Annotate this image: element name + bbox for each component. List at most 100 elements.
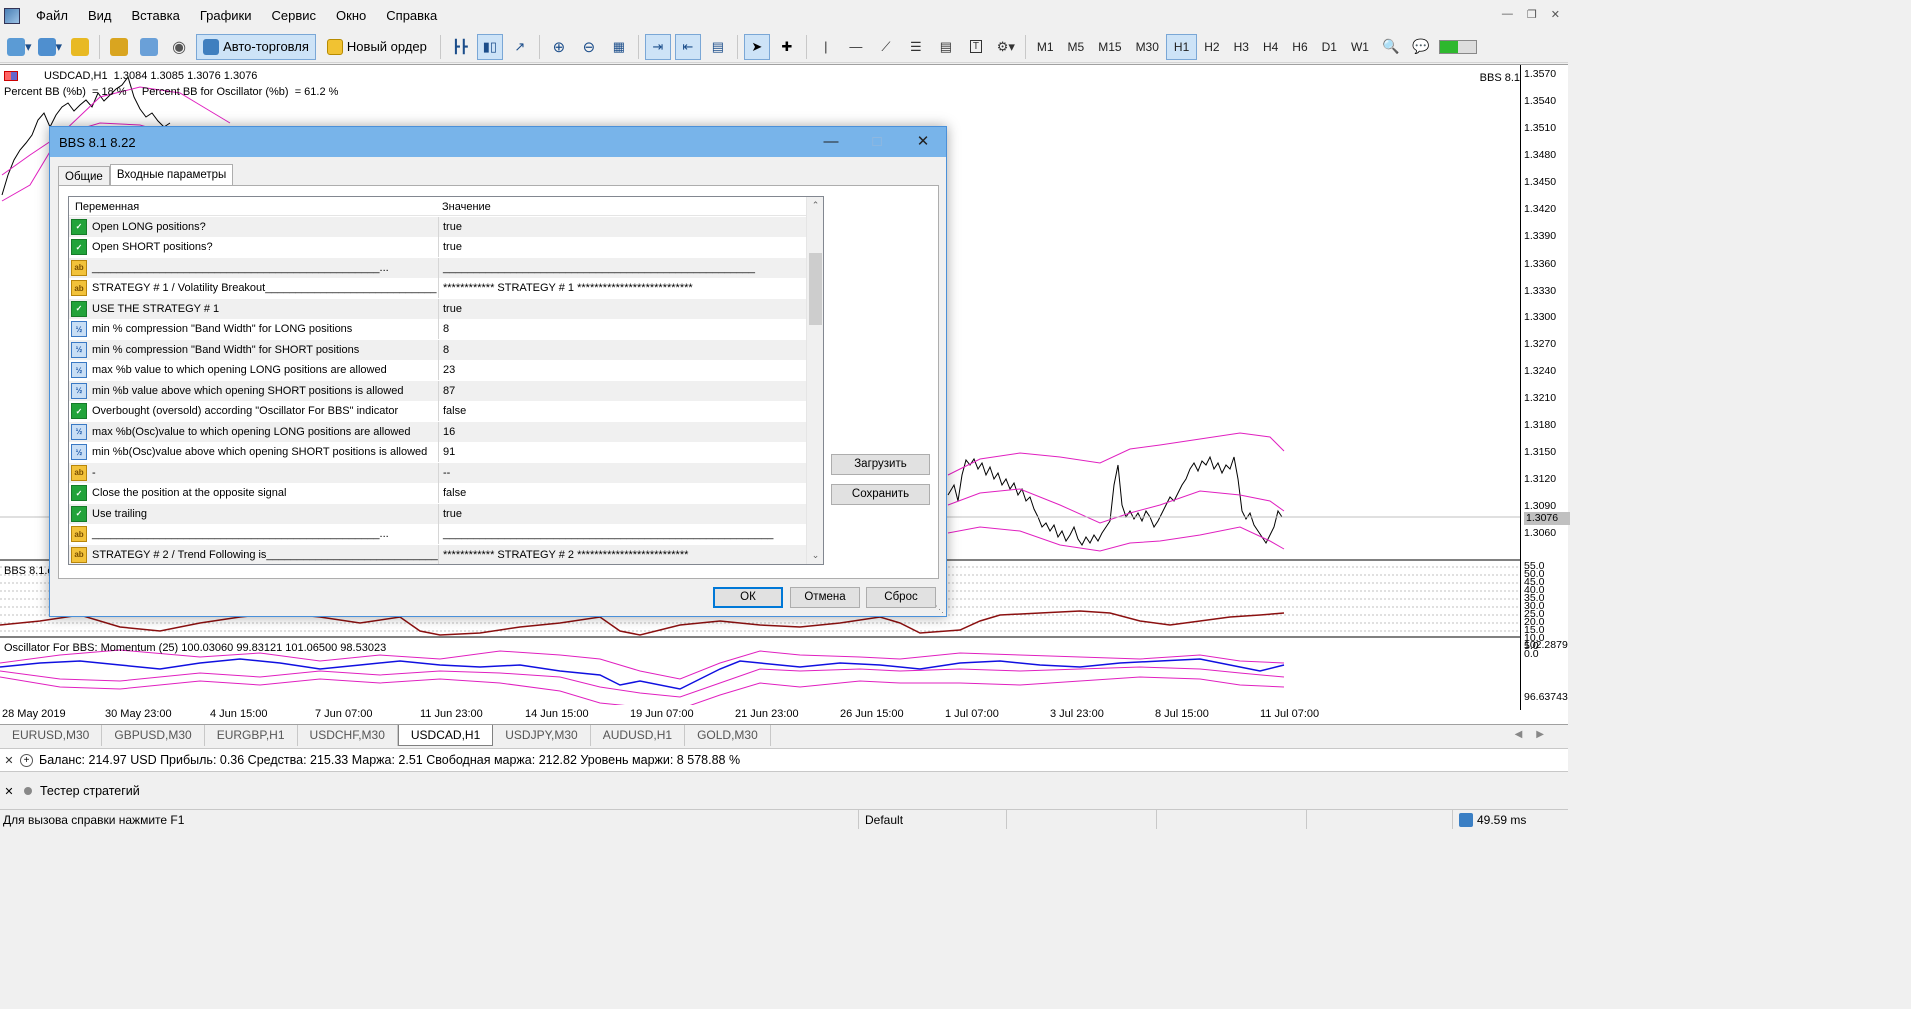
table-row[interactable]: ab STRATEGY # 1 / Volatility Breakout____…: [69, 278, 807, 299]
timeframe-m1[interactable]: M1: [1030, 34, 1061, 60]
fibonacci-button[interactable]: ▤: [933, 34, 959, 60]
price-scale[interactable]: 1.3570 1.3540 1.3510 1.3480 1.3450 1.342…: [1520, 65, 1570, 710]
chart-tab-eurusd-m30[interactable]: EURUSD,M30: [0, 725, 103, 746]
search-button[interactable]: 🔍: [1378, 34, 1404, 60]
timeframe-m15[interactable]: M15: [1091, 34, 1128, 60]
table-row[interactable]: ab - --: [69, 462, 807, 484]
param-value-cell[interactable]: 16: [439, 426, 807, 438]
shapes-button[interactable]: ⚙▾: [993, 34, 1019, 60]
param-variable-cell[interactable]: ✓ Open SHORT positions?: [69, 237, 439, 258]
tile-windows-button[interactable]: ▦: [606, 34, 632, 60]
param-value-cell[interactable]: ************ STRATEGY # 1 **************…: [439, 282, 807, 294]
param-value-cell[interactable]: true: [439, 221, 807, 233]
expand-icon[interactable]: +: [20, 753, 33, 767]
cancel-button[interactable]: Отмена: [790, 587, 860, 608]
timeframe-m30[interactable]: M30: [1129, 34, 1166, 60]
vertical-line-button[interactable]: |: [813, 34, 839, 60]
timeframe-h4[interactable]: H4: [1256, 34, 1285, 60]
text-button[interactable]: T: [963, 34, 989, 60]
menu-help[interactable]: Справка: [376, 0, 447, 31]
chart-tab-eurgbp-h1[interactable]: EURGBP,H1: [205, 725, 298, 746]
zoom-out-button[interactable]: ⊖: [576, 34, 602, 60]
timeframe-h3[interactable]: H3: [1227, 34, 1256, 60]
trendline-button[interactable]: ⟋: [873, 34, 899, 60]
table-row[interactable]: ✓ USE THE STRATEGY # 1 true: [69, 298, 807, 320]
column-header-value[interactable]: Значение: [442, 201, 491, 213]
table-row[interactable]: ½ min % compression "Band Width" for LONG…: [69, 319, 807, 340]
cursor-button[interactable]: ➤: [743, 33, 770, 60]
scroll-down-icon[interactable]: ⌄: [807, 550, 823, 561]
chart-tab-usdcad-h1[interactable]: USDCAD,H1: [397, 725, 494, 746]
param-value-cell[interactable]: 23: [439, 364, 807, 376]
menu-view[interactable]: Вид: [78, 0, 122, 31]
param-variable-cell[interactable]: ½ min %b value above which opening SHORT …: [69, 380, 439, 401]
param-value-cell[interactable]: true: [439, 508, 807, 520]
indicators-button[interactable]: ▤: [705, 34, 731, 60]
timeframe-h1[interactable]: H1: [1165, 33, 1198, 60]
param-variable-cell[interactable]: ✓ Overbought (oversold) according "Oscill…: [69, 401, 439, 422]
param-value-cell[interactable]: true: [439, 241, 807, 253]
terminal-close-icon[interactable]: ✕: [0, 754, 18, 767]
equidistant-channel-button[interactable]: ☰: [903, 34, 929, 60]
param-value-cell[interactable]: false: [439, 405, 807, 417]
candlestick-button[interactable]: ▮▯: [476, 33, 503, 60]
param-variable-cell[interactable]: ab -: [69, 462, 439, 483]
table-row[interactable]: ✓ Open LONG positions? true: [69, 216, 807, 238]
param-value-cell[interactable]: false: [439, 487, 807, 499]
param-value-cell[interactable]: 8: [439, 323, 807, 335]
tab-general[interactable]: Общие: [58, 166, 110, 186]
param-value-cell[interactable]: 91: [439, 446, 807, 458]
mdi-close-icon[interactable]: ✕: [1551, 8, 1560, 21]
tab-inputs[interactable]: Входные параметры: [109, 164, 234, 186]
param-variable-cell[interactable]: ✓ USE THE STRATEGY # 1: [69, 298, 439, 319]
table-scrollbar[interactable]: ⌃ ⌄: [806, 197, 823, 564]
autotrading-button[interactable]: Авто-торговля: [196, 33, 316, 60]
scrollbar-thumb[interactable]: [809, 253, 822, 325]
line-chart-button[interactable]: ↗: [507, 34, 533, 60]
reset-button[interactable]: Сброс: [866, 587, 936, 608]
param-value-cell[interactable]: true: [439, 303, 807, 315]
tester-close-icon[interactable]: ✕: [0, 785, 18, 798]
param-variable-cell[interactable]: ab ______________________________________…: [69, 257, 439, 278]
param-variable-cell[interactable]: ½ min % compression "Band Width" for SHOR…: [69, 339, 439, 360]
market-watch-button[interactable]: [67, 34, 93, 60]
table-row[interactable]: ab STRATEGY # 2 / Trend Following is_____…: [69, 544, 807, 564]
menu-insert[interactable]: Вставка: [122, 0, 190, 31]
new-order-button[interactable]: Новый ордер: [320, 34, 434, 60]
auto-scroll-button[interactable]: ⇥: [644, 33, 671, 60]
table-row[interactable]: ✓ Overbought (oversold) according "Oscill…: [69, 401, 807, 422]
mdi-restore-icon[interactable]: ❐: [1527, 8, 1537, 21]
subwindow-separator[interactable]: [0, 636, 1520, 638]
tab-scroll-arrows[interactable]: ◀▶: [1515, 729, 1558, 740]
chart-tab-audusd-h1[interactable]: AUDUSD,H1: [591, 725, 686, 746]
param-value-cell[interactable]: 8: [439, 344, 807, 356]
timeframe-h2[interactable]: H2: [1197, 34, 1226, 60]
timeframe-m5[interactable]: M5: [1061, 34, 1092, 60]
param-variable-cell[interactable]: ✓ Use trailing: [69, 503, 439, 524]
profiles-button[interactable]: ▾: [37, 34, 64, 60]
dialog-title-bar[interactable]: BBS 8.1 8.22 — □ ✕: [50, 127, 946, 157]
dialog-minimize-icon[interactable]: —: [808, 127, 854, 157]
menu-file[interactable]: Файл: [26, 0, 78, 31]
param-variable-cell[interactable]: ½ min %b(Osc)value above which opening SH…: [69, 442, 439, 463]
table-row[interactable]: ½ min % compression "Band Width" for SHOR…: [69, 339, 807, 361]
timeframe-w1[interactable]: W1: [1344, 34, 1376, 60]
table-row[interactable]: ½ max %b value to which opening LONG posi…: [69, 360, 807, 381]
table-row[interactable]: ½ max %b(Osc)value to which opening LONG …: [69, 421, 807, 443]
param-variable-cell[interactable]: ab STRATEGY # 1 / Volatility Breakout____…: [69, 278, 439, 299]
chart-tab-usdchf-m30[interactable]: USDCHF,M30: [298, 725, 398, 746]
navigator-button[interactable]: [106, 34, 132, 60]
table-row[interactable]: ✓ Use trailing true: [69, 503, 807, 525]
chart-tab-gold-m30[interactable]: GOLD,M30: [685, 725, 771, 746]
table-row[interactable]: ½ min %b value above which opening SHORT …: [69, 380, 807, 402]
timeframe-d1[interactable]: D1: [1315, 34, 1344, 60]
menu-tools[interactable]: Сервис: [262, 0, 327, 31]
dialog-close-icon[interactable]: ✕: [900, 127, 946, 157]
horizontal-line-button[interactable]: —: [843, 34, 869, 60]
param-value-cell[interactable]: --: [439, 467, 807, 479]
zoom-in-button[interactable]: ⊕: [546, 34, 572, 60]
param-variable-cell[interactable]: ab STRATEGY # 2 / Trend Following is_____…: [69, 544, 439, 564]
table-row[interactable]: ✓ Close the position at the opposite sign…: [69, 483, 807, 504]
menu-charts[interactable]: Графики: [190, 0, 262, 31]
table-row[interactable]: ✓ Open SHORT positions? true: [69, 237, 807, 258]
